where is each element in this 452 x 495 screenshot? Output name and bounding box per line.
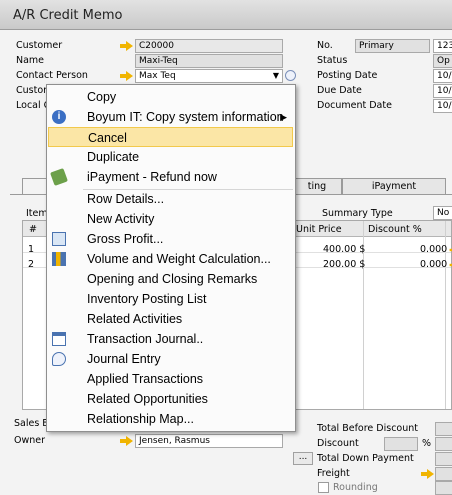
menu-item-label: Applied Transactions	[87, 372, 204, 386]
total-before-discount-field	[435, 422, 452, 436]
menu-item-boyum[interactable]: i Boyum IT: Copy system information ▶	[47, 107, 295, 127]
col-header-unit-price[interactable]: Unit Price	[296, 224, 342, 235]
info-icon: i	[52, 110, 66, 124]
menu-item-volume-weight[interactable]: Volume and Weight Calculation...	[47, 249, 295, 269]
item-type-label: Item	[26, 208, 48, 219]
customer-label: Customer	[16, 40, 63, 51]
transaction-journal-icon	[52, 332, 66, 346]
menu-item-related-activities[interactable]: Related Activities	[47, 309, 295, 329]
window-title: A/R Credit Memo	[0, 0, 452, 30]
link-arrow-icon[interactable]	[421, 469, 434, 479]
menu-item-new-activity[interactable]: New Activity	[47, 209, 295, 229]
down-payment-button[interactable]: ...	[293, 452, 313, 465]
due-date-label: Due Date	[317, 85, 362, 96]
posting-date-field[interactable]: 10/	[433, 69, 452, 83]
chevron-down-icon[interactable]: ▼	[273, 70, 279, 82]
menu-item-label: Inventory Posting List	[87, 292, 207, 306]
col-header-discount[interactable]: Discount %	[368, 224, 422, 235]
menu-item-duplicate[interactable]: Duplicate	[47, 147, 295, 167]
row-discount[interactable]: 0.000	[420, 259, 447, 270]
freight-label: Freight	[317, 468, 350, 479]
menu-item-relationship-map[interactable]: Relationship Map...	[47, 409, 295, 429]
tab-ipayment[interactable]: iPayment	[342, 178, 446, 194]
row-number: 2	[28, 259, 35, 270]
row-unit-price[interactable]: 200.00 $	[323, 259, 365, 270]
journal-entry-icon	[52, 352, 66, 366]
menu-item-journal-entry[interactable]: Journal Entry	[47, 349, 295, 369]
sales-employee-label: Sales E	[14, 418, 49, 429]
menu-item-label: New Activity	[87, 212, 155, 226]
name-field[interactable]: Maxi-Teq	[135, 54, 283, 68]
menu-item-row-details[interactable]: Row Details...	[47, 189, 295, 209]
document-date-label: Document Date	[317, 100, 392, 111]
due-date-field[interactable]: 10/	[433, 84, 452, 98]
total-down-payment-label: Total Down Payment	[317, 453, 414, 464]
link-arrow-icon[interactable]	[120, 436, 133, 446]
gross-profit-icon	[52, 232, 66, 246]
menu-item-opening-closing[interactable]: Opening and Closing Remarks	[47, 269, 295, 289]
context-menu: Copy i Boyum IT: Copy system information…	[46, 84, 296, 432]
down-payment-field	[435, 452, 452, 466]
owner-field[interactable]: Jensen, Rasmus	[135, 434, 283, 448]
menu-item-label: Copy	[87, 90, 117, 104]
menu-item-label: Duplicate	[87, 150, 140, 164]
percent-sign: %	[422, 438, 432, 449]
posting-date-label: Posting Date	[317, 70, 378, 81]
menu-item-label: Journal Entry	[87, 352, 161, 366]
contact-label: Contact Person	[16, 70, 88, 81]
menu-item-inventory-posting[interactable]: Inventory Posting List	[47, 289, 295, 309]
menu-item-applied-transactions[interactable]: Applied Transactions	[47, 369, 295, 389]
status-label: Status	[317, 55, 348, 66]
menu-item-transaction-journal[interactable]: Transaction Journal..	[47, 329, 295, 349]
menu-item-label: Volume and Weight Calculation...	[87, 252, 271, 266]
menu-item-label: Opening and Closing Remarks	[87, 272, 258, 286]
menu-item-label: Boyum IT: Copy system information	[87, 110, 284, 124]
menu-item-label: Relationship Map...	[87, 412, 195, 426]
series-select[interactable]: Primary	[355, 39, 430, 53]
menu-item-related-opportunities[interactable]: Related Opportunities	[47, 389, 295, 409]
menu-item-cancel[interactable]: Cancel	[48, 127, 293, 147]
menu-item-label: iPayment - Refund now	[87, 170, 217, 184]
owner-label: Owner	[14, 435, 46, 446]
no-label: No.	[317, 40, 333, 51]
payment-icon	[50, 168, 68, 186]
contact-person-select[interactable]: Max Teq ▼	[135, 69, 283, 83]
customer-ref-label: Custor	[16, 85, 48, 96]
menu-item-label: Cancel	[88, 131, 127, 145]
discount-amount-field	[435, 437, 452, 451]
menu-item-gross-profit[interactable]: Gross Profit...	[47, 229, 295, 249]
document-date-field[interactable]: 10/	[433, 99, 452, 113]
rounding-field	[435, 481, 452, 495]
col-header-number: #	[29, 224, 37, 235]
menu-item-label: Related Opportunities	[87, 392, 208, 406]
total-before-discount-label: Total Before Discount	[317, 423, 418, 434]
rounding-label: Rounding	[333, 482, 378, 493]
rounding-checkbox[interactable]	[318, 482, 329, 493]
status-field: Op	[433, 54, 452, 68]
menu-item-ipayment-refund[interactable]: iPayment - Refund now	[47, 167, 295, 187]
menu-item-label: Transaction Journal..	[87, 332, 204, 346]
list-icon[interactable]	[285, 70, 296, 81]
link-arrow-icon[interactable]	[120, 41, 133, 51]
row-discount[interactable]: 0.000	[420, 244, 447, 255]
contact-value: Max Teq	[139, 71, 176, 81]
menu-item-copy[interactable]: Copy	[47, 87, 295, 107]
menu-item-label: Row Details...	[87, 192, 165, 206]
discount-pct-field[interactable]	[384, 437, 418, 451]
volume-weight-icon	[52, 252, 66, 266]
link-arrow-icon[interactable]	[120, 71, 133, 81]
menu-item-label: Related Activities	[87, 312, 183, 326]
submenu-arrow-icon: ▶	[280, 112, 287, 122]
summary-type-label: Summary Type	[322, 208, 393, 219]
menu-item-label: Gross Profit...	[87, 232, 164, 246]
doc-number-field[interactable]: 123	[433, 39, 452, 53]
summary-type-select[interactable]: No	[433, 206, 452, 220]
tab-accounting[interactable]: ting	[292, 178, 342, 194]
row-number: 1	[28, 244, 35, 255]
row-unit-price[interactable]: 400.00 $	[323, 244, 365, 255]
freight-field	[435, 467, 452, 481]
discount-label: Discount	[317, 438, 359, 449]
customer-field[interactable]: C20000	[135, 39, 283, 53]
name-label: Name	[16, 55, 45, 66]
